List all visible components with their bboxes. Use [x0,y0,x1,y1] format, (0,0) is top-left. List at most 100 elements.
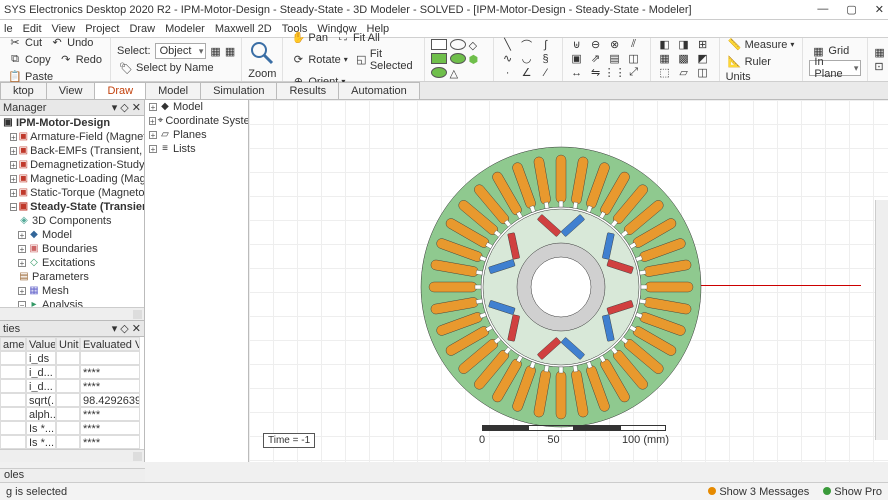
panel-pin-icon[interactable]: ▾ ◇ ✕ [112,101,141,114]
cell[interactable] [0,421,26,435]
menu-file[interactable]: le [4,23,13,35]
expand-icon[interactable]: + [10,147,17,155]
redo-button[interactable]: ↷Redo [57,52,104,68]
menu-modeler[interactable]: Modeler [165,23,205,35]
collapse-icon[interactable]: − [10,203,17,211]
tree-item[interactable]: +▣Magnetic-Loading (Magnetostatic, X [0,172,144,186]
arc3-tool-icon[interactable]: ◡ [519,53,535,64]
cell[interactable]: Is *... [26,421,56,435]
cell[interactable]: i_d... [26,365,56,379]
zoom-icon[interactable] [248,39,276,67]
select-icon[interactable]: ▦ [210,45,220,58]
undo-button[interactable]: ↶Undo [48,35,95,51]
model-tree-item[interactable]: +⌖Coordinate Systems [145,114,248,128]
expand-icon[interactable]: + [10,175,17,183]
copy-button[interactable]: ⧉Copy [6,52,53,68]
rect-tool-icon[interactable] [431,39,447,50]
tab-results[interactable]: Results [276,82,339,99]
measure-button[interactable]: 📏Measure ▾ [726,37,797,53]
intersect-icon[interactable]: ⊗ [607,39,623,50]
snap1-icon[interactable]: ▦ [874,46,884,59]
menu-view[interactable]: View [52,23,76,35]
oval-tool-icon[interactable] [450,39,466,50]
op1-icon[interactable]: ◧ [657,39,673,50]
thicken-icon[interactable]: ▤ [607,53,623,64]
messages-button[interactable]: Show 3 Messages [708,486,809,498]
cell[interactable]: alph... [26,407,56,421]
wrap-icon[interactable]: ◫ [626,53,642,64]
cell[interactable] [0,407,26,421]
col-value[interactable]: Value [26,337,56,351]
pan-button[interactable]: ✋Pan [289,30,330,46]
tab-view[interactable]: View [46,82,96,99]
model-tree-item[interactable]: +◆Model [145,100,248,114]
tree-item[interactable]: +▣Armature-Field (Magnetostatic, XY) [0,130,144,144]
project-tree[interactable]: ▣IPM-Motor-Design +▣Armature-Field (Magn… [0,116,144,307]
expand-icon[interactable]: + [10,133,17,141]
cell[interactable] [0,379,26,393]
properties-tab[interactable]: oles [0,468,145,482]
tree-sub[interactable]: ▤Parameters [0,270,144,284]
arc-tool-icon[interactable]: ⌒ [519,39,535,50]
sweep-icon[interactable]: ⇗ [588,53,604,64]
polyline-tool-icon[interactable]: ∠ [519,67,535,78]
h-scrollbar[interactable] [0,449,144,462]
expand-icon[interactable]: + [18,287,26,295]
expand-icon[interactable]: + [10,189,17,197]
imprint-icon[interactable]: ▣ [569,53,585,64]
cut-button[interactable]: ✂Cut [6,35,44,51]
mirror-icon[interactable]: ⇋ [588,67,604,78]
cell[interactable]: Is *... [26,435,56,449]
cell[interactable] [56,435,80,449]
panel-pin-icon[interactable]: ▾ ◇ ✕ [112,322,141,335]
seg-tool-icon[interactable]: ⁄ [538,67,554,78]
unite-icon[interactable]: ⊎ [569,39,585,50]
progress-button[interactable]: Show Pro [823,486,882,498]
tree-root[interactable]: ▣IPM-Motor-Design [0,116,144,130]
properties-grid[interactable]: ame Value Unit Evaluated Val i_ds i_d...… [0,337,144,449]
tab-simulation[interactable]: Simulation [200,82,277,99]
op3-icon[interactable]: ⊞ [695,39,711,50]
op8-icon[interactable]: ▱ [676,67,692,78]
tree-sub[interactable]: −▸Analysis [0,298,144,307]
pt-tool-icon[interactable]: · [500,67,516,78]
tree-item[interactable]: +▣Static-Torque (Magnetostatic, XY) [0,186,144,200]
expand-icon[interactable]: + [18,245,26,253]
op9-icon[interactable]: ◫ [695,67,711,78]
scale-icon[interactable]: ⤢ [626,67,642,78]
expand-icon[interactable]: + [149,117,156,125]
cell[interactable]: **** [80,379,140,393]
cell[interactable]: i_ds [26,351,56,365]
cell[interactable]: **** [80,365,140,379]
menu-edit[interactable]: Edit [23,23,42,35]
plane-dropdown[interactable]: In Plane [809,60,861,76]
cell[interactable]: **** [80,421,140,435]
ruler-toggle[interactable]: 📐Ruler [726,54,773,70]
subtract-icon[interactable]: ⊖ [588,39,604,50]
expand-icon[interactable]: + [18,259,26,267]
tab-model[interactable]: Model [145,82,201,99]
snap3-icon[interactable]: ⊡ [874,60,883,73]
cell[interactable]: 98.429263941 [80,393,140,407]
tree-sub[interactable]: +▦Mesh [0,284,144,298]
col-eval[interactable]: Evaluated Val [80,337,140,351]
expand-icon[interactable]: + [18,231,26,239]
cyl-tool-icon[interactable]: ⬢ [469,53,485,64]
cell[interactable] [56,365,80,379]
sphere-tool-icon[interactable] [431,67,447,78]
modeler-canvas[interactable]: Y Z [249,100,888,462]
tree-sub[interactable]: +◆Model [0,228,144,242]
model-tree-item[interactable]: +▱Planes [145,128,248,142]
cell[interactable]: **** [80,407,140,421]
op2-icon[interactable]: ◨ [676,39,692,50]
canvas-v-scrollbar[interactable] [875,200,888,440]
cell[interactable] [56,351,80,365]
op4-icon[interactable]: ▦ [657,53,673,64]
model-tree[interactable]: +◆Model +⌖Coordinate Systems +▱Planes +≡… [145,100,248,156]
fit-selected-button[interactable]: ◱Fit Selected [354,47,418,73]
menu-project[interactable]: Project [85,23,119,35]
tab-automation[interactable]: Automation [338,82,420,99]
expand-icon[interactable]: + [149,145,157,153]
maximize-button[interactable]: ▢ [846,3,856,16]
model-tree-item[interactable]: +≡Lists [145,142,248,156]
